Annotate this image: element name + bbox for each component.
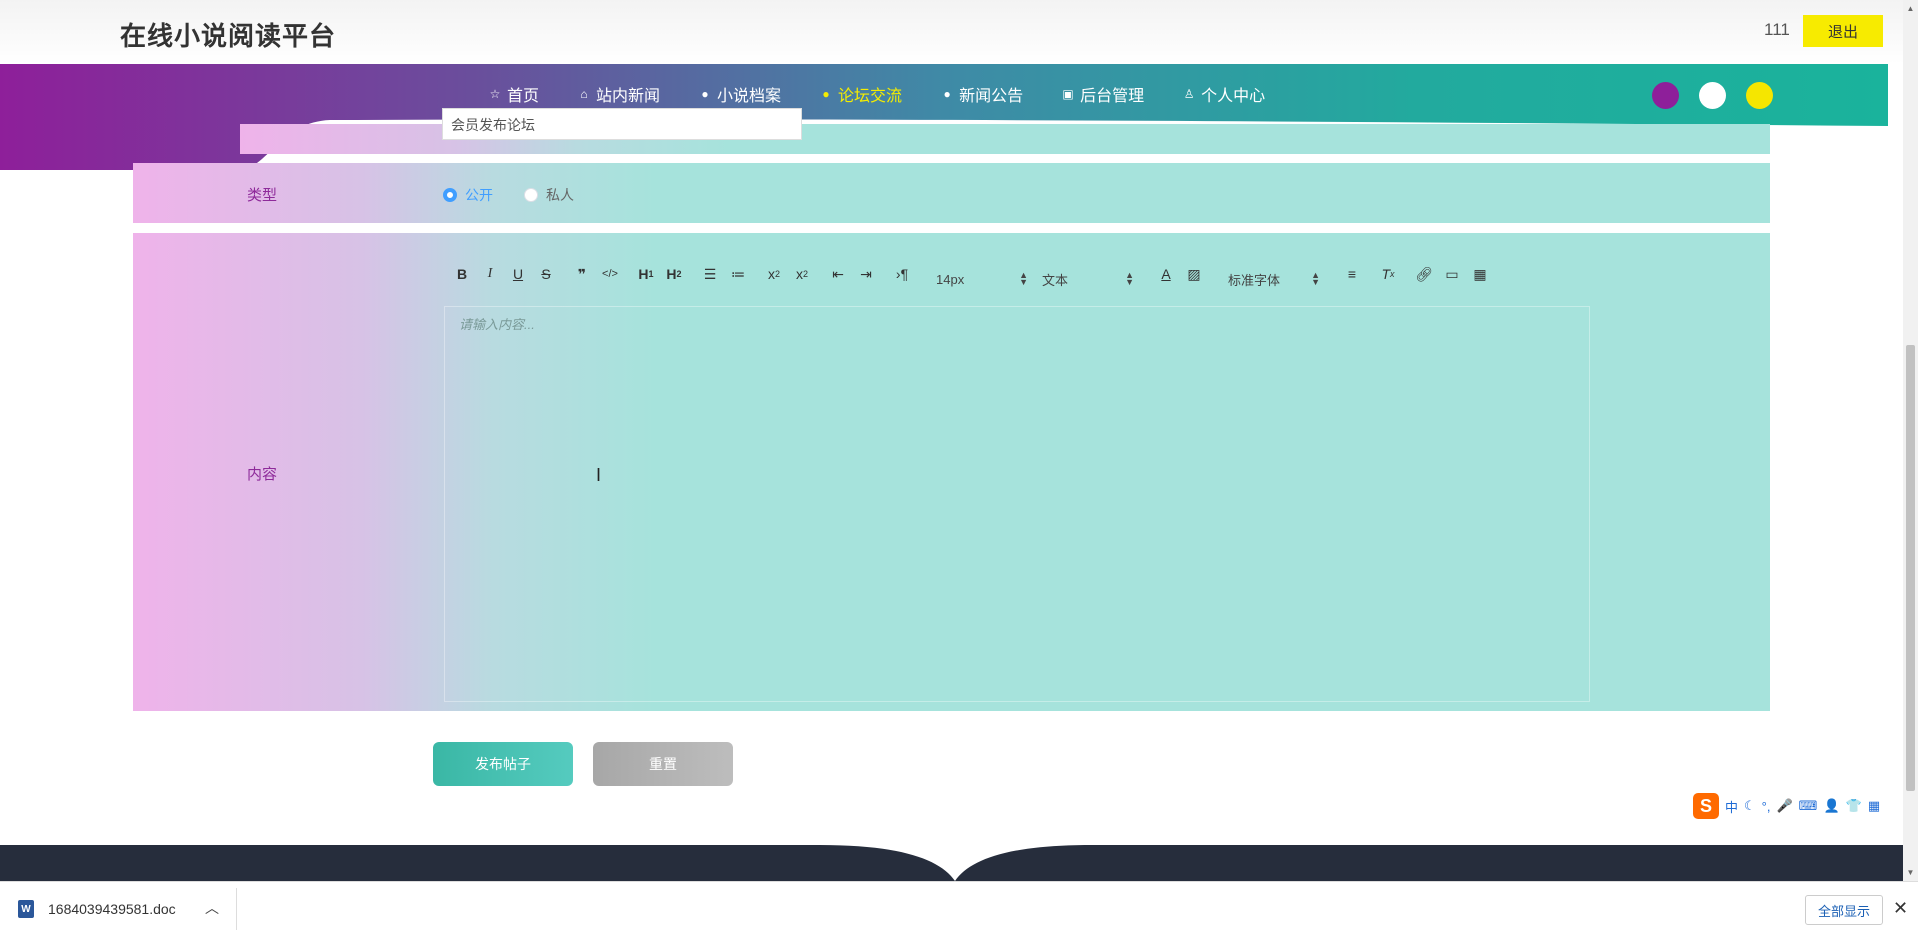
- scroll-up-icon[interactable]: ▲: [1905, 4, 1916, 13]
- select-arrows-icon: ▲ ▼: [1125, 270, 1134, 287]
- block-type-select[interactable]: 文本 ▲ ▼: [1042, 257, 1134, 291]
- nav-item-profile[interactable]: ♙ 个人中心: [1182, 82, 1265, 106]
- nav-item-label: 首页: [507, 88, 540, 105]
- nav-item-home[interactable]: ☆ 首页: [488, 82, 539, 106]
- code-icon[interactable]: </>: [600, 262, 620, 286]
- close-icon[interactable]: ✕: [1893, 898, 1908, 919]
- radio-checked-icon: [443, 188, 457, 202]
- nav-item-label: 新闻公告: [959, 88, 1024, 105]
- nav-item-label: 小说档案: [717, 88, 782, 105]
- nav-item-label: 后台管理: [1080, 88, 1145, 105]
- font-size-select[interactable]: 14px ▲ ▼: [936, 257, 1028, 291]
- content-label: 内容: [247, 466, 278, 483]
- theme-dot-yellow[interactable]: [1746, 82, 1773, 109]
- ime-toolbar: S 中 ☾ °, 🎤 ⌨ 👤 👕 ▦: [1693, 790, 1903, 822]
- punctuation-icon[interactable]: °,: [1762, 799, 1771, 814]
- outdent-icon[interactable]: ⇤: [828, 262, 848, 286]
- microphone-icon[interactable]: 🎤: [1776, 798, 1792, 814]
- link-icon[interactable]: 🔗︎: [1414, 262, 1434, 286]
- align-icon[interactable]: ≡: [1342, 262, 1362, 286]
- underline-icon[interactable]: U: [508, 262, 528, 286]
- ime-mode-chinese[interactable]: 中: [1725, 797, 1738, 816]
- download-file-name: 1684039439581.doc: [48, 901, 176, 917]
- info-icon: ●: [701, 87, 709, 101]
- bag-icon: ⌂: [580, 87, 588, 101]
- moon-icon[interactable]: ☾: [1744, 798, 1756, 814]
- nav-item-novel-archive[interactable]: ● 小说档案: [698, 82, 781, 106]
- username-label: 111: [1764, 20, 1790, 39]
- nav-item-label: 论坛交流: [838, 88, 903, 105]
- nav-item-announcements[interactable]: ● 新闻公告: [940, 82, 1023, 106]
- editor-placeholder: 请输入内容...: [459, 317, 535, 332]
- radio-public[interactable]: 公开: [443, 185, 493, 205]
- keyboard-icon[interactable]: ⌨: [1799, 798, 1818, 814]
- image-icon[interactable]: ▭: [1442, 262, 1462, 286]
- reset-button[interactable]: 重置: [593, 742, 733, 786]
- font-family-select[interactable]: 标准字体 ▲ ▼: [1228, 257, 1320, 291]
- blockquote-icon[interactable]: ❞: [572, 262, 592, 286]
- grid-icon[interactable]: ▦: [1868, 798, 1880, 814]
- italic-icon[interactable]: I: [480, 262, 500, 286]
- nav-item-forum[interactable]: ● 论坛交流: [819, 82, 902, 106]
- font-family-value: 标准字体: [1228, 272, 1281, 288]
- nav-item-label: 站内新闻: [596, 88, 661, 105]
- text-direction-icon[interactable]: ›¶: [892, 262, 912, 286]
- select-arrows-icon: ▲ ▼: [1311, 270, 1320, 287]
- divider: [236, 888, 237, 930]
- chevron-up-icon[interactable]: ︿: [205, 898, 219, 918]
- user-icon: ♙: [1183, 87, 1195, 101]
- type-label: 类型: [247, 187, 278, 204]
- radio-label: 公开: [465, 187, 493, 203]
- bold-icon[interactable]: B: [452, 262, 472, 286]
- scroll-down-icon[interactable]: ▼: [1905, 868, 1916, 877]
- star-icon: ☆: [489, 87, 501, 101]
- download-item[interactable]: W 1684039439581.doc: [18, 900, 176, 918]
- clear-format-icon[interactable]: Tx: [1378, 262, 1398, 286]
- editor-toolbar: B I U S ❞ </> H1 H2 ☰ ≔ x2 x2 ⇤ ⇥ ›¶ 14p…: [452, 256, 1498, 292]
- editor-content-area[interactable]: [444, 306, 1590, 702]
- radio-unchecked-icon: [524, 188, 538, 202]
- word-doc-icon: W: [18, 900, 34, 918]
- info-icon: ●: [943, 87, 951, 101]
- radio-private[interactable]: 私人: [524, 185, 574, 205]
- subscript-icon[interactable]: x2: [764, 262, 784, 286]
- submit-post-button[interactable]: 发布帖子: [433, 742, 573, 786]
- indent-icon[interactable]: ⇥: [856, 262, 876, 286]
- heading1-icon[interactable]: H1: [636, 262, 656, 286]
- ordered-list-icon[interactable]: ☰: [700, 262, 720, 286]
- footer: [0, 845, 1903, 881]
- user-icon[interactable]: 👤: [1823, 798, 1839, 814]
- nav-item-label: 个人中心: [1201, 88, 1266, 105]
- heading2-icon[interactable]: H2: [664, 262, 684, 286]
- radio-label: 私人: [546, 187, 574, 203]
- select-arrows-icon: ▲ ▼: [1019, 270, 1028, 287]
- block-type-value: 文本: [1042, 272, 1069, 288]
- background-color-icon[interactable]: ▨: [1184, 262, 1204, 286]
- footer-curve-shape: [0, 845, 1903, 881]
- text-cursor-icon: I: [596, 465, 602, 485]
- nav-item-admin[interactable]: ▣ 后台管理: [1061, 82, 1144, 106]
- sogou-logo-icon[interactable]: S: [1693, 793, 1719, 819]
- superscript-icon[interactable]: x2: [792, 262, 812, 286]
- bullet-list-icon[interactable]: ≔: [728, 262, 748, 286]
- font-color-icon[interactable]: A: [1156, 262, 1176, 286]
- nav-item-site-news[interactable]: ⌂ 站内新闻: [577, 82, 660, 106]
- theme-dot-white[interactable]: [1699, 82, 1726, 109]
- skin-icon[interactable]: 👕: [1846, 798, 1862, 814]
- calendar-icon: ▣: [1062, 87, 1074, 101]
- strikethrough-icon[interactable]: S: [536, 262, 556, 286]
- title-input[interactable]: 会员发布论坛: [442, 108, 802, 140]
- download-bar: W 1684039439581.doc ︿ 全部显示 ✕: [0, 881, 1918, 937]
- question-icon: ●: [822, 87, 830, 101]
- video-icon[interactable]: ▦: [1470, 262, 1490, 286]
- scrollbar-thumb[interactable]: [1906, 345, 1915, 791]
- site-title: 在线小说阅读平台: [120, 21, 337, 51]
- font-size-value: 14px: [936, 271, 965, 287]
- theme-dot-purple[interactable]: [1652, 82, 1679, 109]
- logout-button[interactable]: 退出: [1803, 15, 1883, 47]
- form-row-type: [133, 163, 1770, 223]
- show-all-button[interactable]: 全部显示: [1805, 895, 1883, 925]
